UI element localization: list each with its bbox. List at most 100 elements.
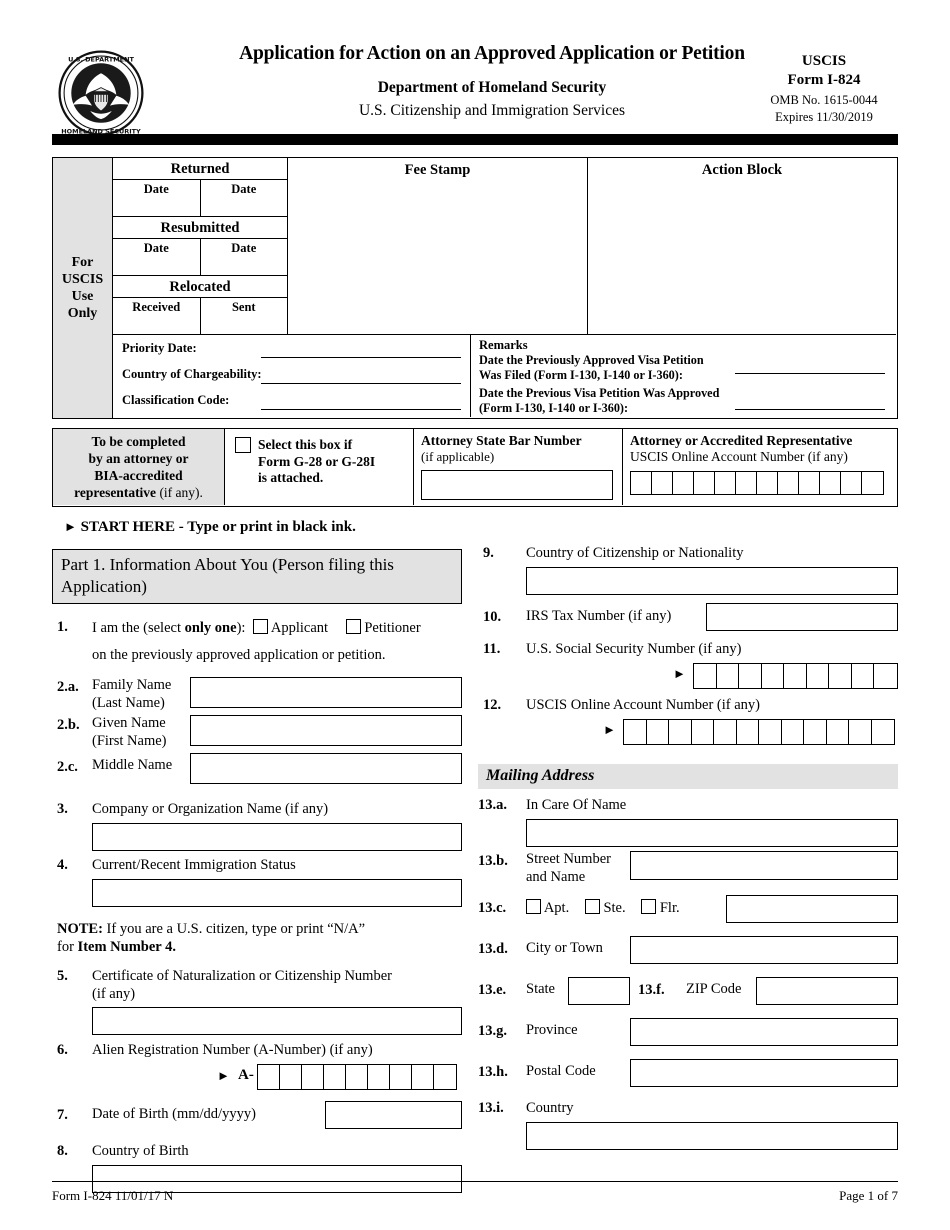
street-number-name-input[interactable] [630, 851, 898, 880]
given-name-input[interactable] [190, 715, 462, 746]
expiration-date: Expires 11/30/2019 [775, 110, 873, 124]
item-13g: 13.g. Province [478, 1018, 898, 1053]
attorney-state-bar-input[interactable] [421, 470, 613, 500]
arrow-right-icon-anumber: ► [217, 1068, 230, 1083]
country-citizenship-input[interactable] [526, 567, 898, 595]
irs-tax-number-input[interactable] [706, 603, 898, 631]
a-number-cells[interactable] [257, 1064, 457, 1090]
attorney-state-bar-group: Attorney State Bar Number (if applicable… [414, 429, 623, 505]
item-13b: 13.b. Street Number and Name [478, 851, 898, 887]
flr-label: Flr. [659, 900, 680, 916]
flr-checkbox[interactable] [641, 899, 657, 914]
footer-form-id: Form I-824 11/01/17 N [52, 1188, 174, 1203]
item-11-number: 11. [483, 641, 501, 657]
ste-checkbox[interactable] [584, 899, 600, 914]
country-input[interactable] [526, 1122, 898, 1150]
apt-checkbox[interactable] [526, 899, 541, 914]
remark-filed-input[interactable] [735, 373, 885, 374]
item-8-label: Country of Birth [92, 1143, 189, 1159]
note-line-2-bold: Item Number 4. [77, 938, 176, 955]
attorney-online-account-cells[interactable] [630, 471, 884, 495]
item-2a-number: 2.a. [57, 679, 79, 695]
for-uscis-use-only-label: For USCIS Use Only [53, 158, 113, 418]
resubmitted-heading: Resubmitted [113, 217, 287, 239]
item-10-number: 10. [483, 609, 502, 625]
uscis-label-line-3: Use [71, 289, 94, 304]
resubmitted-date-1[interactable]: Date [113, 239, 201, 275]
item-13f-number: 13.f. [638, 982, 665, 998]
priority-date-row: Priority Date: [113, 335, 470, 361]
country-chargeability-input[interactable] [261, 383, 461, 384]
item-13b-label-line-1: Street Number [526, 851, 611, 867]
attorney-block: To be completed by an attorney or BIA-ac… [52, 428, 898, 507]
item-1-suffix: ): [236, 620, 246, 636]
state-input[interactable] [568, 977, 630, 1005]
g28-attached-group: Select this box if Form G-28 or G-28I is… [225, 429, 414, 505]
relocated-heading: Relocated [113, 276, 287, 298]
item-11: 11. U.S. Social Security Number (if any)… [478, 641, 898, 694]
item-13c-number: 13.c. [478, 900, 507, 916]
relocated-row: Received Sent [113, 298, 287, 335]
item-13g-number: 13.g. [478, 1023, 507, 1039]
ssn-cells[interactable] [693, 663, 898, 689]
item-13i: 13.i. Country [478, 1100, 898, 1152]
item-13a-label: In Care Of Name [526, 797, 627, 813]
item-2a-label-line-1: Family Name [92, 677, 172, 693]
item-1-emphasis: only one [184, 620, 237, 636]
note-label: NOTE: [57, 921, 103, 937]
attorney-label-line-1: To be completed [91, 434, 186, 449]
returned-date-2[interactable]: Date [201, 180, 288, 216]
family-name-input[interactable] [190, 677, 462, 708]
applicant-checkbox[interactable] [253, 619, 269, 634]
item-6: 6. Alien Registration Number (A-Number) … [52, 1042, 462, 1095]
item-2a-label-line-2: (Last Name) [92, 694, 165, 711]
attorney-label-line-4: representative [74, 485, 157, 500]
in-care-of-name-input[interactable] [526, 819, 898, 847]
start-here-text: START HERE - Type or print in black ink. [80, 519, 356, 535]
form-page: U.S. DEPARTMENT HOMELAND SECURITY Applic… [0, 0, 950, 1230]
form-header: U.S. DEPARTMENT HOMELAND SECURITY Applic… [52, 42, 898, 142]
omb-number: OMB No. 1615-0044 [770, 93, 878, 107]
resubmitted-date-2[interactable]: Date [201, 239, 288, 275]
attorney-online-account-line-2-suffix: (if any) [804, 449, 848, 464]
arrow-right-icon-ssn: ► [673, 666, 686, 681]
part1-heading: Part 1. Information About You (Person fi… [52, 549, 462, 604]
classification-code-input[interactable] [261, 409, 461, 410]
ste-label: Ste. [603, 900, 626, 916]
note-text: If you are a U.S. citizen, type or print… [102, 921, 366, 937]
immigration-status-input[interactable] [92, 879, 462, 907]
petitioner-checkbox[interactable] [345, 619, 361, 634]
company-name-input[interactable] [92, 823, 462, 851]
attorney-label-line-2: by an attorney or [88, 451, 189, 466]
province-input[interactable] [630, 1018, 898, 1046]
remark-approved-input[interactable] [735, 409, 885, 410]
remark-filed-line-2: Was Filed (Form I-130, I-140 or I-360): [479, 368, 683, 382]
naturalization-number-input[interactable] [92, 1007, 462, 1035]
fee-stamp-box[interactable]: Fee Stamp [288, 158, 588, 335]
g28-attached-checkbox[interactable] [235, 437, 251, 453]
returned-resubmitted-relocated-column: Returned Date Date Resubmitted Date Date… [113, 158, 288, 335]
right-column: 9. Country of Citizenship or Nationality… [478, 545, 898, 1152]
priority-info-group: Priority Date: Country of Chargeability:… [113, 335, 470, 417]
apt-ste-flr-input[interactable] [726, 895, 898, 923]
agency-name: U.S. Citizenship and Immigration Service… [358, 102, 626, 119]
item-13e-number: 13.e. [478, 982, 507, 998]
attorney-label-line-3: BIA-accredited [94, 468, 183, 483]
priority-date-input[interactable] [261, 357, 461, 358]
uscis-online-account-cells[interactable] [623, 719, 895, 745]
start-here-instruction: ► START HERE - Type or print in black in… [64, 519, 356, 536]
relocated-received[interactable]: Received [113, 298, 201, 334]
relocated-sent[interactable]: Sent [201, 298, 288, 334]
item-4-number: 4. [57, 857, 68, 873]
classification-code-label: Classification Code: [122, 393, 230, 407]
attorney-online-account-group: Attorney or Accredited Representative US… [623, 429, 896, 505]
action-block-box[interactable]: Action Block [588, 158, 896, 335]
returned-date-1[interactable]: Date [113, 180, 201, 216]
item-13h-number: 13.h. [478, 1064, 508, 1080]
city-or-town-input[interactable] [630, 936, 898, 964]
middle-name-input[interactable] [190, 753, 462, 784]
date-of-birth-input[interactable] [325, 1101, 462, 1129]
uscis-label-line-2: USCIS [61, 272, 104, 287]
postal-code-input[interactable] [630, 1059, 898, 1087]
zip-code-input[interactable] [756, 977, 898, 1005]
